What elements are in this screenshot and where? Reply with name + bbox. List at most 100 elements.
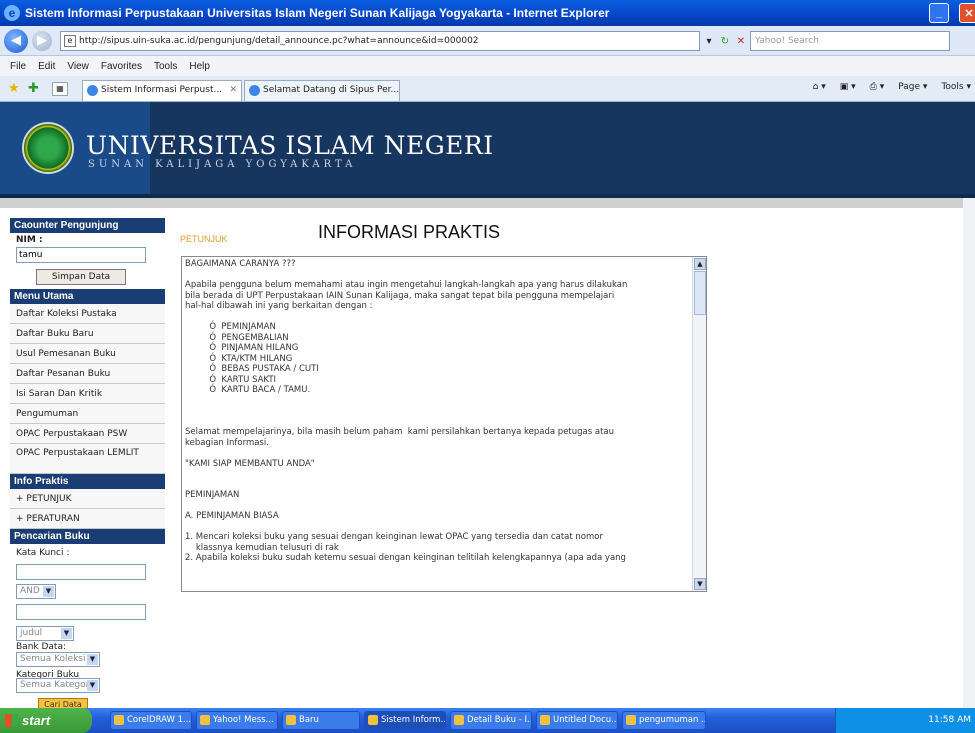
nim-input[interactable] (16, 247, 146, 263)
chevron-down-icon: ▼ (87, 680, 98, 691)
quick-tabs-icon[interactable]: ▦ (52, 82, 68, 96)
menu-edit[interactable]: Edit (38, 61, 55, 72)
chevron-down-icon: ▼ (43, 586, 54, 597)
menu-usul-pemesanan[interactable]: Usul Pemesanan Buku (10, 344, 165, 364)
site-banner: UNIVERSITAS ISLAM NEGERI SUNAN KALIJAGA … (0, 102, 975, 198)
tab-label: Selamat Datang di Sipus Per... (263, 85, 400, 95)
print-icon[interactable]: ⎙ ▾ (870, 82, 885, 92)
tab-selamat-datang[interactable]: Selamat Datang di Sipus Per... (244, 80, 400, 101)
ie-icon (454, 715, 464, 725)
window-scrollbar[interactable] (963, 198, 975, 708)
scroll-thumb[interactable] (694, 271, 706, 315)
book-search-panel: Kata Kunci : AND ▼ judul ▼ Bank Data: Semu… (10, 544, 165, 711)
address-toolbar: ◀ ▶ e http://sipus.uin-suka.ac.id/pengun… (0, 26, 975, 56)
keyword-label: Kata Kunci : (16, 548, 70, 558)
system-tray: 11:58 AM (835, 708, 975, 733)
add-favorite-icon[interactable]: ✚ (28, 81, 39, 96)
tab-bar: ★ ✚ ▦ Sistem Informasi Perpust... ✕ Sela… (0, 76, 975, 102)
yahoo-icon (200, 715, 210, 725)
command-bar: ⌂ ▾ ▣ ▾ ⎙ ▾ Page ▾ Tools ▾ (813, 82, 971, 92)
task-baru[interactable]: Baru (282, 711, 360, 730)
menu-file[interactable]: File (10, 61, 26, 72)
menu-opac-lemlit[interactable]: OPAC Perpustakaan LEMLIT (10, 444, 165, 474)
stop-icon[interactable]: ✕ (734, 33, 748, 49)
banner-title: UNIVERSITAS ISLAM NEGERI (86, 131, 494, 160)
task-detail-buku[interactable]: Detail Buku - I... (450, 711, 532, 730)
back-button[interactable]: ◀ (4, 28, 28, 53)
nim-label: NIM : (16, 235, 43, 245)
menu-daftar-pesanan[interactable]: Daftar Pesanan Buku (10, 364, 165, 384)
search-heading: Pencarian Buku (10, 529, 165, 544)
operator-select[interactable]: AND ▼ (16, 584, 56, 599)
menu-daftar-koleksi[interactable]: Daftar Koleksi Pustaka (10, 304, 165, 324)
address-url: http://sipus.uin-suka.ac.id/pengunjung/d… (79, 36, 479, 46)
ie-page-icon (249, 85, 260, 96)
ie-icon (368, 715, 378, 725)
scroll-up-icon[interactable]: ▲ (694, 258, 706, 270)
page-menu[interactable]: Page ▾ (898, 82, 927, 92)
tab-close-icon[interactable]: ✕ (229, 81, 237, 100)
tab-sistem-informasi[interactable]: Sistem Informasi Perpust... ✕ (82, 80, 242, 101)
task-pengumuman[interactable]: pengumuman ... (622, 711, 706, 730)
tools-menu[interactable]: Tools ▾ (941, 82, 971, 92)
menu-opac-psw[interactable]: OPAC Perpustakaan PSW (10, 424, 165, 444)
menu-bar: File Edit View Favorites Tools Help (0, 56, 975, 76)
main-menu-heading: Menu Utama (10, 289, 165, 304)
scroll-down-icon[interactable]: ▼ (694, 578, 706, 590)
page-title: INFORMASI PRAKTIS (318, 222, 501, 242)
refresh-icon[interactable]: ↻ (718, 33, 732, 49)
windows-flag-icon (5, 714, 18, 727)
address-input[interactable]: e http://sipus.uin-suka.ac.id/pengunjung… (60, 31, 700, 51)
menu-favorites[interactable]: Favorites (101, 61, 142, 72)
forward-button[interactable]: ▶ (32, 30, 52, 51)
ie-page-icon (87, 85, 98, 96)
menu-daftar-buku-baru[interactable]: Daftar Buku Baru (10, 324, 165, 344)
minimize-button[interactable]: _ (929, 3, 949, 23)
visitor-counter: NIM : Simpan Data (10, 233, 165, 285)
close-button[interactable]: ✕ (959, 3, 975, 23)
menu-peraturan[interactable]: + PERATURAN (10, 509, 165, 529)
keyword-input-2[interactable] (16, 604, 146, 620)
favorites-star-icon[interactable]: ★ (8, 81, 20, 96)
kategori-select[interactable]: Semua Kategori ▼ (16, 678, 100, 693)
task-untitled-document[interactable]: Untitled Docu... (536, 711, 618, 730)
menu-pengumuman[interactable]: Pengumuman (10, 404, 165, 424)
chevron-down-icon: ▼ (61, 628, 72, 639)
counter-heading: Caounter Pengunjung (10, 218, 165, 233)
menu-petunjuk[interactable]: + PETUNJUK (10, 489, 165, 509)
menu-tools[interactable]: Tools (154, 61, 177, 72)
start-button[interactable]: start (0, 708, 92, 733)
content-scrollbar[interactable]: ▲ ▼ (692, 257, 706, 591)
page-icon: e (64, 35, 76, 47)
ie-icon (540, 715, 550, 725)
search-input[interactable]: Yahoo! Search (750, 31, 950, 51)
folder-icon (286, 715, 296, 725)
title-bar: e Sistem Informasi Perpustakaan Universi… (0, 0, 975, 26)
search-placeholder: Yahoo! Search (755, 36, 819, 46)
tab-label: Sistem Informasi Perpust... (101, 85, 223, 95)
internet-explorer-icon: e (4, 5, 20, 21)
divider (0, 198, 975, 208)
menu-view[interactable]: View (67, 61, 89, 72)
field-select[interactable]: judul ▼ (16, 626, 74, 641)
clock: 11:58 AM (928, 715, 971, 725)
task-sistem-informasi[interactable]: Sistem Inform... (364, 711, 446, 730)
task-coreldraw[interactable]: CorelDRAW 1... (110, 711, 192, 730)
chevron-down-icon: ▼ (87, 654, 98, 665)
content-text: BAGAIMANA CARANYA ??? Apabila pengguna b… (185, 259, 628, 563)
section-heading: PETUNJUK (180, 234, 228, 244)
coreldraw-icon (114, 715, 124, 725)
menu-saran-kritik[interactable]: Isi Saran Dan Kritik (10, 384, 165, 404)
content-textarea[interactable]: BAGAIMANA CARANYA ??? Apabila pengguna b… (181, 256, 707, 592)
home-icon[interactable]: ⌂ ▾ (813, 82, 826, 92)
keyword-input[interactable] (16, 564, 146, 580)
feeds-icon[interactable]: ▣ ▾ (840, 82, 856, 92)
taskbar: start CorelDRAW 1... Yahoo! Mess... Baru… (0, 708, 975, 733)
university-logo (22, 122, 74, 174)
save-data-button[interactable]: Simpan Data (36, 269, 126, 285)
address-dropdown-icon[interactable]: ▾ (702, 33, 716, 49)
bank-data-select[interactable]: Semua Koleksi ▼ (16, 652, 100, 667)
menu-help[interactable]: Help (189, 61, 210, 72)
banner-subtitle: SUNAN KALIJAGA YOGYAKARTA (88, 159, 357, 170)
task-yahoo-messenger[interactable]: Yahoo! Mess... (196, 711, 278, 730)
